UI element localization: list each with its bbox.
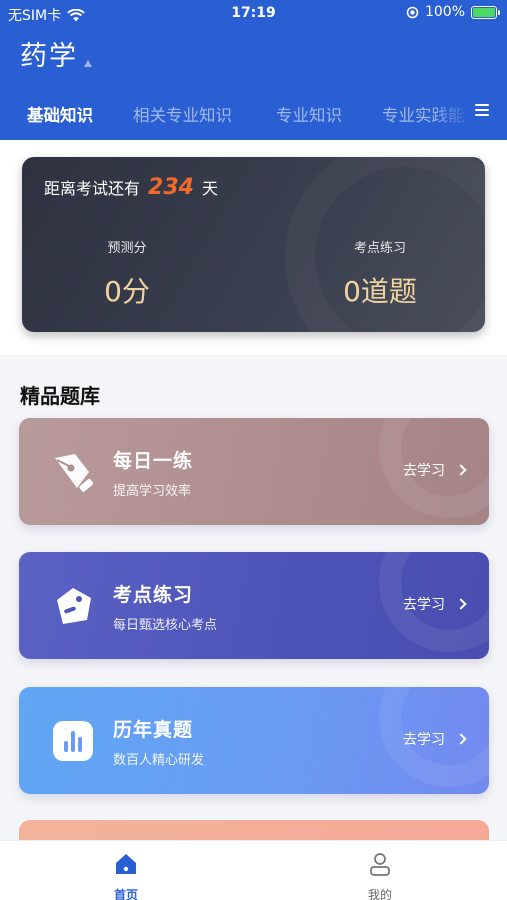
go-study-button[interactable]: 去学习 xyxy=(403,594,467,614)
tab-related-knowledge[interactable]: 相关专业知识 xyxy=(133,102,232,126)
home-icon xyxy=(116,854,136,874)
status-right: 100% xyxy=(406,4,500,20)
exam-countdown: 距离考试还有 234 天 xyxy=(44,175,218,200)
pen-nib-icon xyxy=(55,454,94,492)
chevron-right-icon xyxy=(455,733,467,745)
practice-count[interactable]: 考点练习 0道题 xyxy=(280,237,480,310)
user-icon xyxy=(370,853,390,876)
card-subtitle: 提高学习效率 xyxy=(113,484,192,499)
go-study-button[interactable]: 去学习 xyxy=(403,460,467,480)
practice-count-value: 0道题 xyxy=(343,275,417,308)
chevron-right-icon xyxy=(455,464,467,476)
subject-selector[interactable]: 药学 xyxy=(20,34,92,73)
chevron-right-icon xyxy=(455,598,467,610)
tab-professional-knowledge[interactable]: 专业知识 xyxy=(276,102,342,126)
bottom-nav: 首页 我的 xyxy=(0,840,507,900)
predicted-score[interactable]: 预测分 0分 xyxy=(27,237,227,310)
daily-practice-card[interactable]: 每日一练 提高学习效率 去学习 xyxy=(19,418,489,525)
battery-icon xyxy=(471,5,500,19)
caret-down-icon xyxy=(84,60,92,67)
nav-home-label: 首页 xyxy=(113,888,138,900)
tag-icon xyxy=(57,588,91,624)
predicted-score-value: 0分 xyxy=(104,275,150,308)
card-title: 每日一练 xyxy=(113,450,194,472)
card-subtitle: 每日甄选核心考点 xyxy=(113,618,218,633)
past-exams-card[interactable]: 历年真题 数百人精心研发 去学习 xyxy=(19,687,489,794)
card-title: 考点练习 xyxy=(113,584,194,606)
nav-me[interactable]: 我的 xyxy=(320,851,440,900)
go-study-button[interactable]: 去学习 xyxy=(403,729,467,749)
orientation-lock-icon xyxy=(406,6,419,18)
card-subtitle: 数百人精心研发 xyxy=(113,753,205,768)
page-title: 药学 xyxy=(20,41,78,72)
header: 无SIM卡 17:19 100% 药学 基础知识 相关专业知识 专业知识 专业实… xyxy=(0,0,507,140)
tab-basic-knowledge[interactable]: 基础知识 xyxy=(27,102,93,126)
section-title: 精品题库 xyxy=(20,384,100,408)
countdown-days: 234 xyxy=(148,175,194,200)
practice-count-label: 考点练习 xyxy=(353,241,406,256)
category-tabs: 基础知识 相关专业知识 专业知识 专业实践能 xyxy=(0,96,507,130)
nav-me-label: 我的 xyxy=(367,888,392,900)
nav-home[interactable]: 首页 xyxy=(66,851,186,900)
key-points-card[interactable]: 考点练习 每日甄选核心考点 去学习 xyxy=(19,552,489,659)
exam-countdown-card: 距离考试还有 234 天 预测分 0分 考点练习 0道题 xyxy=(22,157,485,332)
bar-chart-icon xyxy=(53,721,93,761)
card-title: 历年真题 xyxy=(113,719,194,741)
predicted-score-label: 预测分 xyxy=(107,241,147,256)
menu-icon[interactable] xyxy=(475,104,489,116)
status-bar: 无SIM卡 17:19 100% xyxy=(0,0,507,28)
battery-percent: 100% xyxy=(424,4,465,20)
